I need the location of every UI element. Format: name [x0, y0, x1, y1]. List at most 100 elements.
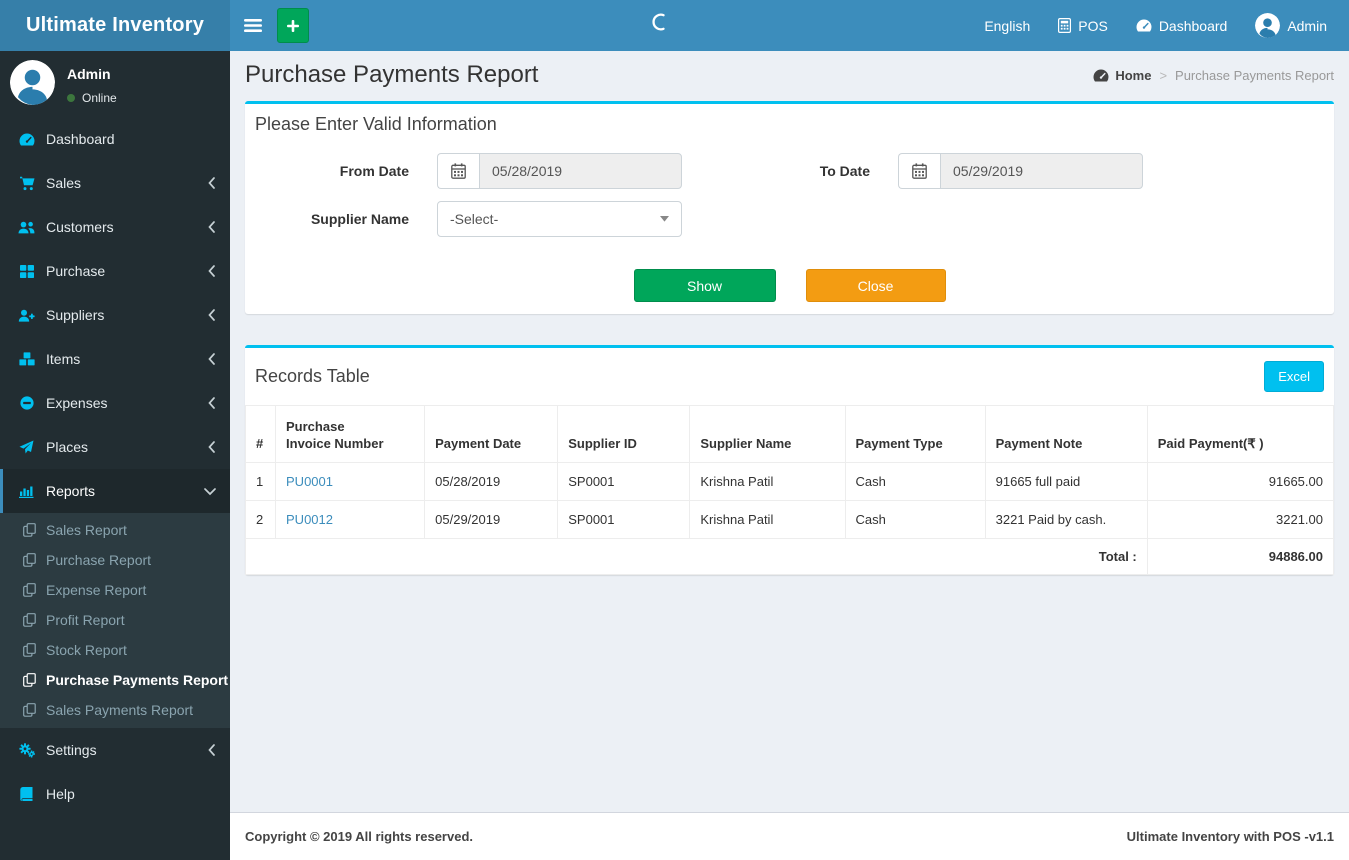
- sidebar-link-dashboard[interactable]: Dashboard: [0, 117, 230, 161]
- navbar-item-language[interactable]: English: [970, 0, 1044, 51]
- sidebar-item-reports: Reports Sales Report Purchase Report Expens…: [0, 469, 230, 728]
- navbar-item-dashboard[interactable]: Dashboard: [1122, 0, 1242, 51]
- total-value: 94886.00: [1146, 538, 1335, 575]
- sidebar-link-items[interactable]: Items: [0, 337, 230, 381]
- cell-payment-date: 05/28/2019: [424, 462, 559, 501]
- sidebar-sublink-expense-report[interactable]: Expense Report: [0, 575, 230, 605]
- sidebar-toggle-button[interactable]: [230, 0, 275, 51]
- plus-icon: [286, 19, 300, 33]
- supplier-select[interactable]: -Select-: [437, 201, 682, 237]
- copy-icon: [21, 553, 38, 567]
- cell-supplier-name: Krishna Patil: [689, 500, 846, 539]
- filter-box: Please Enter Valid Information From Date…: [245, 101, 1334, 314]
- chevron-left-icon: [207, 397, 216, 409]
- from-date-input[interactable]: [479, 153, 682, 189]
- close-button[interactable]: Close: [805, 269, 946, 302]
- invoice-link[interactable]: PU0001: [286, 474, 333, 489]
- sidebar-sublink-sales-payments-report[interactable]: Sales Payments Report: [0, 695, 230, 725]
- sidebar-link-expenses[interactable]: Expenses: [0, 381, 230, 425]
- sidebar-item-label: Customers: [46, 219, 114, 235]
- cell-paid-payment: 91665.00: [1146, 462, 1335, 501]
- sidebar-subitem-label: Stock Report: [46, 642, 127, 658]
- sidebar-link-purchase[interactable]: Purchase: [0, 249, 230, 293]
- chevron-left-icon: [207, 309, 216, 321]
- copy-icon: [21, 583, 38, 597]
- sidebar-sublink-sales-report[interactable]: Sales Report: [0, 515, 230, 545]
- records-box: Records Table Excel # Purchase Invoice Nu…: [244, 345, 1335, 575]
- sidebar-sublink-purchase-payments-report[interactable]: Purchase Payments Report: [0, 665, 230, 695]
- brand-logo[interactable]: Ultimate Inventory: [0, 0, 230, 51]
- calendar-icon: [898, 153, 940, 189]
- book-icon: [16, 787, 37, 801]
- navbar-item-admin[interactable]: Admin: [1241, 0, 1341, 51]
- sidebar-item-dashboard: Dashboard: [0, 117, 230, 161]
- sidebar-subitem-label: Expense Report: [46, 582, 147, 598]
- sidebar-subitem-sales-report: Sales Report: [0, 515, 230, 545]
- breadcrumb-home-link[interactable]: Home: [1093, 68, 1151, 83]
- sidebar-sublink-profit-report[interactable]: Profit Report: [0, 605, 230, 635]
- sidebar-link-places[interactable]: Places: [0, 425, 230, 469]
- total-label: Total :: [245, 538, 1148, 575]
- sidebar-subitem-label: Sales Report: [46, 522, 127, 538]
- column-header: Purchase Invoice Number: [275, 405, 426, 463]
- navbar-item-label: Admin: [1287, 17, 1327, 34]
- dashboard-icon: [16, 133, 37, 146]
- invoice-link[interactable]: PU0012: [286, 512, 333, 527]
- content: Purchase Payments Report Home > Purchase…: [230, 51, 1349, 812]
- user-status[interactable]: Online: [67, 91, 117, 105]
- quick-add-button[interactable]: [277, 8, 309, 43]
- cell-payment-type: Cash: [844, 462, 986, 501]
- copy-icon: [21, 613, 38, 627]
- from-date-group: [437, 153, 682, 189]
- sidebar-link-suppliers[interactable]: Suppliers: [0, 293, 230, 337]
- navbar-item-pos[interactable]: POS: [1044, 0, 1122, 51]
- column-header: Supplier ID: [557, 405, 691, 463]
- grid-icon: [16, 264, 37, 278]
- filter-actions: Show Close: [255, 237, 1324, 304]
- chevron-left-icon: [207, 177, 216, 189]
- sidebar-item-label: Help: [46, 786, 75, 802]
- user-name: Admin: [67, 66, 111, 82]
- cell-payment-type: Cash: [844, 500, 986, 539]
- sidebar-item-items: Items: [0, 337, 230, 381]
- sidebar-item-label: Suppliers: [46, 307, 105, 323]
- supplier-select-value: -Select-: [450, 211, 499, 227]
- sidebar-link-sales[interactable]: Sales: [0, 161, 230, 205]
- main-footer: Copyright © 2019 All rights reserved. Ul…: [230, 812, 1349, 860]
- sidebar-sublink-stock-report[interactable]: Stock Report: [0, 635, 230, 665]
- sidebar-item-label: Dashboard: [46, 131, 115, 147]
- sidebar-sublink-purchase-report[interactable]: Purchase Report: [0, 545, 230, 575]
- sidebar-menu: Dashboard Sales Customers Purchase Suppliers…: [0, 117, 230, 816]
- sidebar-item-places: Places: [0, 425, 230, 469]
- sidebar-item-purchase: Purchase: [0, 249, 230, 293]
- sidebar-item-help: Help: [0, 772, 230, 816]
- sidebar-link-help[interactable]: Help: [0, 772, 230, 816]
- sidebar-subitem-profit-report: Profit Report: [0, 605, 230, 635]
- sidebar-submenu: Sales Report Purchase Report Expense Repor…: [0, 513, 230, 728]
- cell-paid-payment: 3221.00: [1146, 500, 1335, 539]
- cell-supplier-id: SP0001: [557, 462, 691, 501]
- copy-icon: [21, 673, 38, 687]
- sidebar-item-settings: Settings: [0, 728, 230, 772]
- sidebar-item-label: Expenses: [46, 395, 108, 411]
- breadcrumb-home-label: Home: [1115, 67, 1152, 83]
- sidebar-link-settings[interactable]: Settings: [0, 728, 230, 772]
- copy-icon: [21, 703, 38, 717]
- chevron-left-icon: [207, 744, 216, 756]
- excel-export-button[interactable]: Excel: [1264, 361, 1324, 392]
- chevron-down-icon: [204, 487, 216, 496]
- cell-payment-note: 3221 Paid by cash.: [984, 500, 1148, 539]
- to-date-group: [898, 153, 1143, 189]
- sidebar-link-customers[interactable]: Customers: [0, 205, 230, 249]
- avatar-icon: [1255, 13, 1281, 38]
- sidebar-link-reports[interactable]: Reports: [0, 469, 230, 513]
- navbar-item-label: Dashboard: [1158, 17, 1228, 34]
- dashboard-icon: [1136, 19, 1152, 32]
- sidebar-item-label: Places: [46, 439, 89, 455]
- records-box-title: Records Table: [255, 366, 370, 386]
- gears-icon: [16, 742, 37, 758]
- supplier-name-label: Supplier Name: [310, 211, 409, 227]
- table-header-row: # Purchase Invoice Number Payment Date Supp…: [244, 405, 1335, 463]
- to-date-input[interactable]: [940, 153, 1143, 189]
- show-button[interactable]: Show: [633, 269, 776, 302]
